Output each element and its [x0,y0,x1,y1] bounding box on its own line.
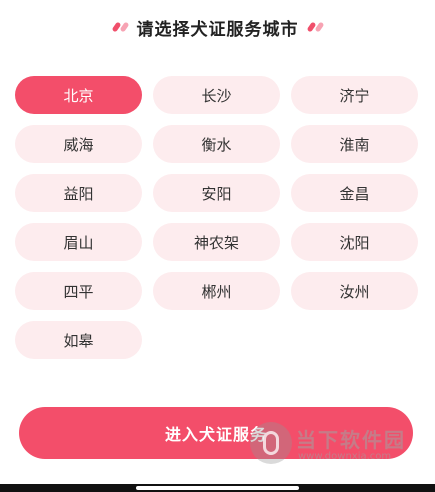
city-option-shenyang[interactable]: 沈阳 [291,223,418,261]
city-option-meishan[interactable]: 眉山 [15,223,142,261]
header: 请选择犬证服务城市 [0,12,435,42]
city-option-beijing[interactable]: 北京 [15,76,142,114]
city-option-siping[interactable]: 四平 [15,272,142,310]
city-option-ruzhou[interactable]: 汝州 [291,272,418,310]
home-indicator[interactable] [136,486,299,490]
city-option-rugao[interactable]: 如皋 [15,321,142,359]
decor-pill-icon-right [306,21,324,33]
city-option-anyang[interactable]: 安阳 [153,174,280,212]
city-option-chenzhou[interactable]: 郴州 [153,272,280,310]
city-option-huainan[interactable]: 淮南 [291,125,418,163]
city-option-changsha[interactable]: 长沙 [153,76,280,114]
city-grid: 北京 长沙 济宁 威海 衡水 淮南 益阳 安阳 金昌 眉山 神农架 沈阳 四平 … [15,76,419,359]
decor-pill-icon-left [111,21,129,33]
enter-service-button[interactable]: 进入犬证服务 [19,407,413,459]
city-option-hengshui[interactable]: 衡水 [153,125,280,163]
city-option-jining[interactable]: 济宁 [291,76,418,114]
city-option-yiyang[interactable]: 益阳 [15,174,142,212]
city-option-weihai[interactable]: 威海 [15,125,142,163]
city-option-jinchang[interactable]: 金昌 [291,174,418,212]
page-title: 请选择犬证服务城市 [136,19,299,40]
city-option-shennongjia[interactable]: 神农架 [153,223,280,261]
